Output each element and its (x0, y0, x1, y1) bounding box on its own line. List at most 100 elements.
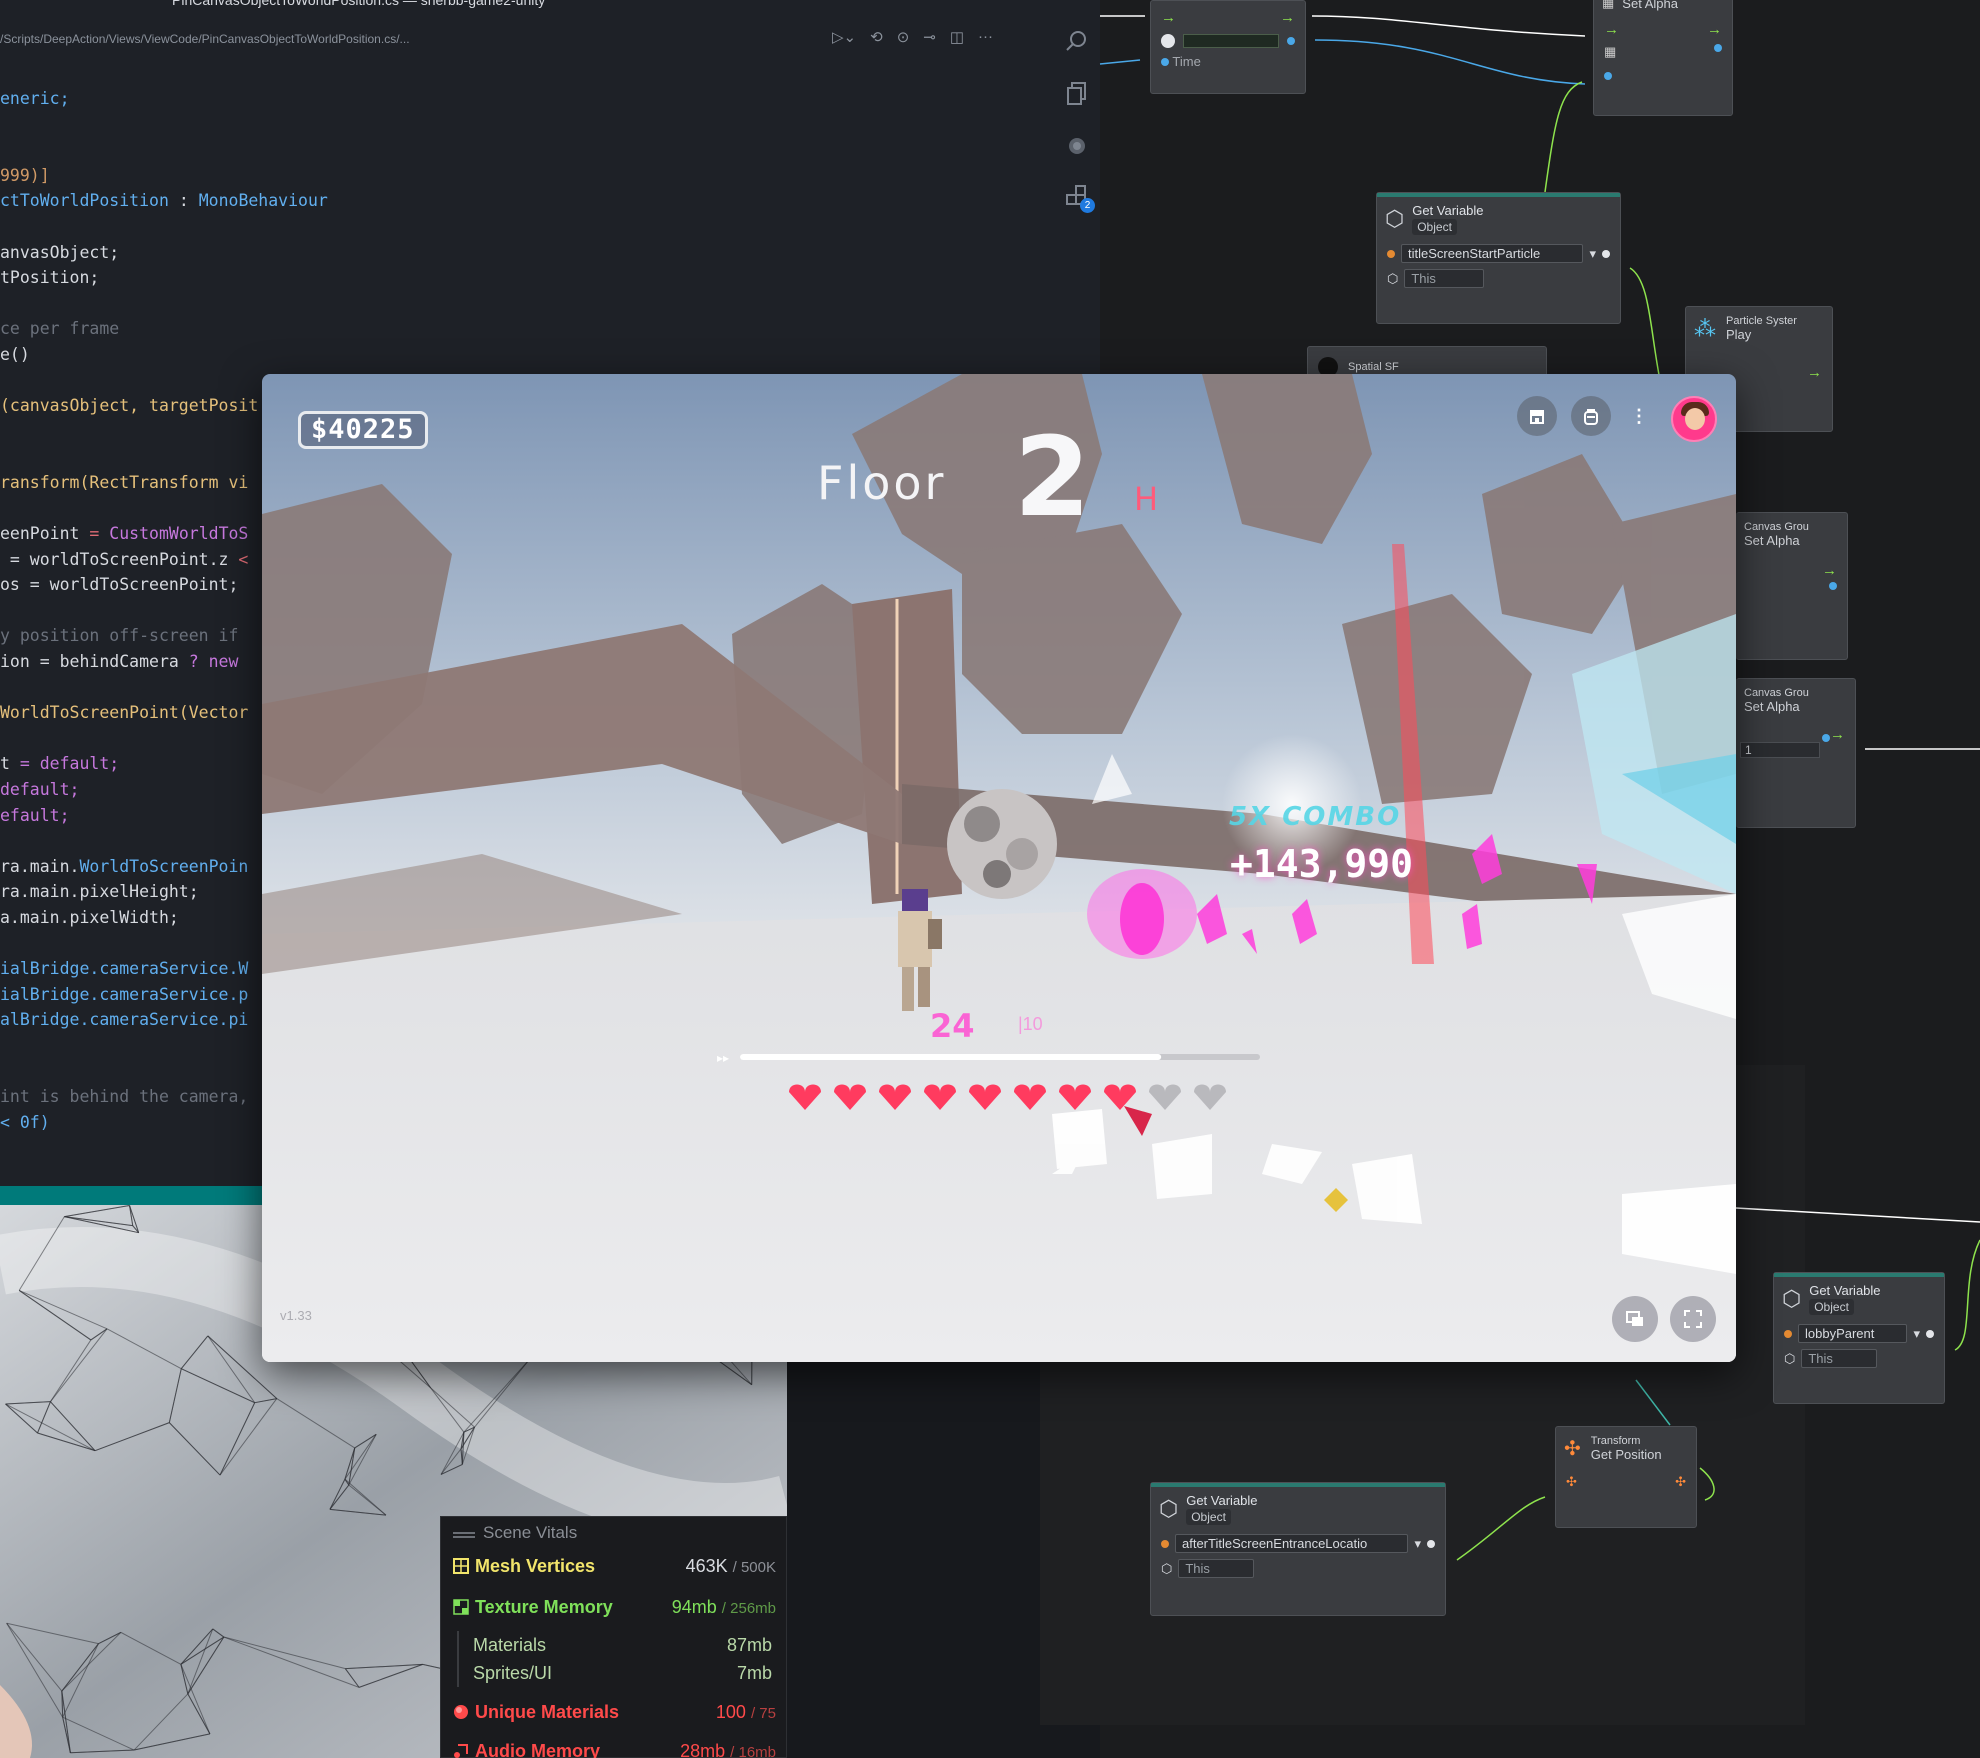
name-port[interactable] (1784, 1329, 1792, 1338)
ammo-count: 24 (930, 1007, 975, 1045)
get-variable-node-2[interactable]: ⬡ Get Variable Object lobbyParent ▾ ⬡ This (1773, 1272, 1945, 1404)
alpha-port[interactable] (1822, 734, 1830, 742)
variable-kind-dropdown[interactable]: Object (1186, 1509, 1231, 1525)
row-max: / 75 (750, 1704, 776, 1722)
subrow-value: 87mb (726, 1635, 772, 1655)
shop-button[interactable] (1517, 396, 1557, 436)
value-out-port[interactable] (1602, 249, 1610, 258)
time-port[interactable] (1161, 58, 1169, 66)
ground-plane (262, 894, 1736, 1362)
vitals-row-materials: Unique Materials 100 / 75 (441, 1697, 788, 1727)
target-field[interactable]: This (1801, 1349, 1878, 1368)
canvas-group-set-alpha-node-2[interactable]: Canvas Grou Set Alpha → 1 (1736, 678, 1856, 828)
output-port[interactable] (1287, 37, 1295, 45)
node-subtitle: Play (1726, 327, 1752, 342)
drag-handle-icon[interactable] (453, 1532, 475, 1534)
dropdown-arrow-icon[interactable]: ▾ (1414, 1536, 1421, 1552)
cube-small-icon: ⬡ (1784, 1350, 1796, 1366)
version-label: v1.33 (280, 1308, 312, 1323)
floor-label: Floor (817, 456, 947, 510)
alpha-value-field[interactable]: 1 (1740, 742, 1820, 758)
target-field[interactable]: This (1404, 269, 1485, 288)
variable-kind-dropdown[interactable]: Object (1412, 219, 1457, 235)
node-title: Get Variable (1412, 203, 1484, 218)
cube-small-icon: ⬡ (1387, 270, 1399, 286)
game-scene[interactable]: ▸▸ (262, 374, 1736, 1362)
cube-small-icon: ⬡ (1161, 1560, 1173, 1576)
node-title: Canvas Grou (1744, 521, 1809, 533)
get-variable-node-3[interactable]: ⬡ Get Variable Object afterTitleScreenEnt… (1150, 1482, 1446, 1616)
texture-icon (453, 1599, 469, 1615)
avatar[interactable] (1671, 396, 1717, 442)
set-alpha-node[interactable]: ▦ Set Alpha → → ▦ (1593, 0, 1733, 116)
variable-name-field[interactable]: titleScreenStartParticle (1401, 244, 1584, 263)
fullscreen-button[interactable] (1670, 1296, 1716, 1342)
game-window[interactable]: ▸▸ $40225 Floor 2 H ⋮ 5X COMBO +143,990 … (262, 374, 1736, 1362)
cube-icon: ⬡ (1385, 206, 1405, 231)
row-label: Unique Materials (475, 1701, 620, 1722)
chat-icon (1626, 1311, 1643, 1326)
node-title: Particle Syster (1726, 315, 1797, 327)
flow-out-icon[interactable]: → (1807, 364, 1822, 381)
alpha-out-port[interactable] (1829, 582, 1837, 590)
time-label: Time (1172, 54, 1201, 69)
audio-icon (454, 1744, 468, 1758)
flow-out-icon[interactable]: → (1707, 21, 1722, 38)
combo-label: 5X COMBO (1229, 802, 1402, 832)
dropdown-arrow-icon[interactable]: ▾ (1913, 1326, 1920, 1342)
chat-button[interactable] (1612, 1296, 1658, 1342)
cube-icon: ⬡ (1782, 1286, 1802, 1311)
name-port[interactable] (1387, 249, 1395, 258)
floor-suffix: H (1134, 480, 1159, 518)
flow-out-icon[interactable]: → (1280, 9, 1295, 26)
node-subtitle: Set Alpha (1744, 699, 1800, 714)
get-variable-node[interactable]: ⬡ Get Variable Object titleScreenStartPar… (1376, 192, 1621, 324)
value-out-port[interactable] (1926, 1329, 1934, 1338)
progress-fill (740, 1054, 1162, 1060)
name-port[interactable] (1161, 1539, 1169, 1548)
row-max: / 500K (732, 1558, 776, 1576)
row-value: 28mb (680, 1740, 726, 1758)
mesh-icon (453, 1558, 469, 1574)
node-subtitle: Get Position (1590, 1447, 1662, 1462)
scene-vitals-panel[interactable]: Scene Vitals Mesh Vertices 463K / 500K T… (440, 1516, 787, 1758)
position-in-icon[interactable]: ✣ (1566, 1474, 1577, 1490)
dropdown-arrow-icon[interactable]: ▾ (1589, 246, 1596, 262)
alpha-in-port[interactable] (1604, 72, 1612, 80)
ammo-max: |10 (1018, 1014, 1043, 1034)
more-menu-button[interactable]: ⋮ (1619, 396, 1659, 436)
time-value-field[interactable] (1183, 34, 1279, 48)
node-title: Get Variable (1186, 1493, 1258, 1508)
row-label: Mesh Vertices (475, 1555, 596, 1576)
subrow-label: Materials (473, 1635, 547, 1655)
variable-name-field[interactable]: afterTitleScreenEntranceLocatio (1175, 1534, 1409, 1553)
variable-name-field[interactable]: lobbyParent (1798, 1324, 1908, 1343)
position-out-icon[interactable]: ✣ (1675, 1474, 1686, 1490)
target-field[interactable]: This (1178, 1559, 1255, 1578)
cube-icon: ⬡ (1159, 1496, 1179, 1521)
vitals-row-mesh: Mesh Vertices 463K / 500K (441, 1551, 788, 1581)
floor-number: 2 (1014, 413, 1091, 541)
flow-out-icon[interactable]: → (1830, 726, 1845, 743)
transform-get-position-node[interactable]: ✣ Transform Get Position ✣ ✣ (1555, 1426, 1697, 1528)
backpack-button[interactable] (1571, 396, 1611, 436)
fullscreen-icon (1684, 1310, 1702, 1328)
row-max: / 16mb (730, 1743, 776, 1758)
row-value: 100 (715, 1701, 746, 1722)
row-max: / 256mb (721, 1599, 776, 1617)
variable-kind-dropdown[interactable]: Object (1809, 1299, 1854, 1315)
alpha-out-port[interactable] (1714, 44, 1722, 52)
flow-in-icon[interactable]: → (1161, 9, 1176, 26)
set-alpha-title: Set Alpha (1622, 0, 1678, 11)
flow-in-icon[interactable]: → (1604, 21, 1619, 38)
more-vertical-icon: ⋮ (1630, 405, 1648, 426)
shop-icon (1530, 410, 1544, 424)
flow-out-icon[interactable]: → (1822, 562, 1837, 579)
node-subtitle: Set Alpha (1744, 533, 1800, 548)
panel-title: Scene Vitals (483, 1523, 578, 1542)
time-node[interactable]: → → Time (1150, 0, 1306, 94)
canvas-group-set-alpha-node[interactable]: Canvas Grou Set Alpha → (1736, 512, 1848, 660)
value-out-port[interactable] (1427, 1539, 1435, 1548)
subrow-value: 7mb (736, 1663, 772, 1683)
node-title: Transform (1590, 1435, 1641, 1447)
